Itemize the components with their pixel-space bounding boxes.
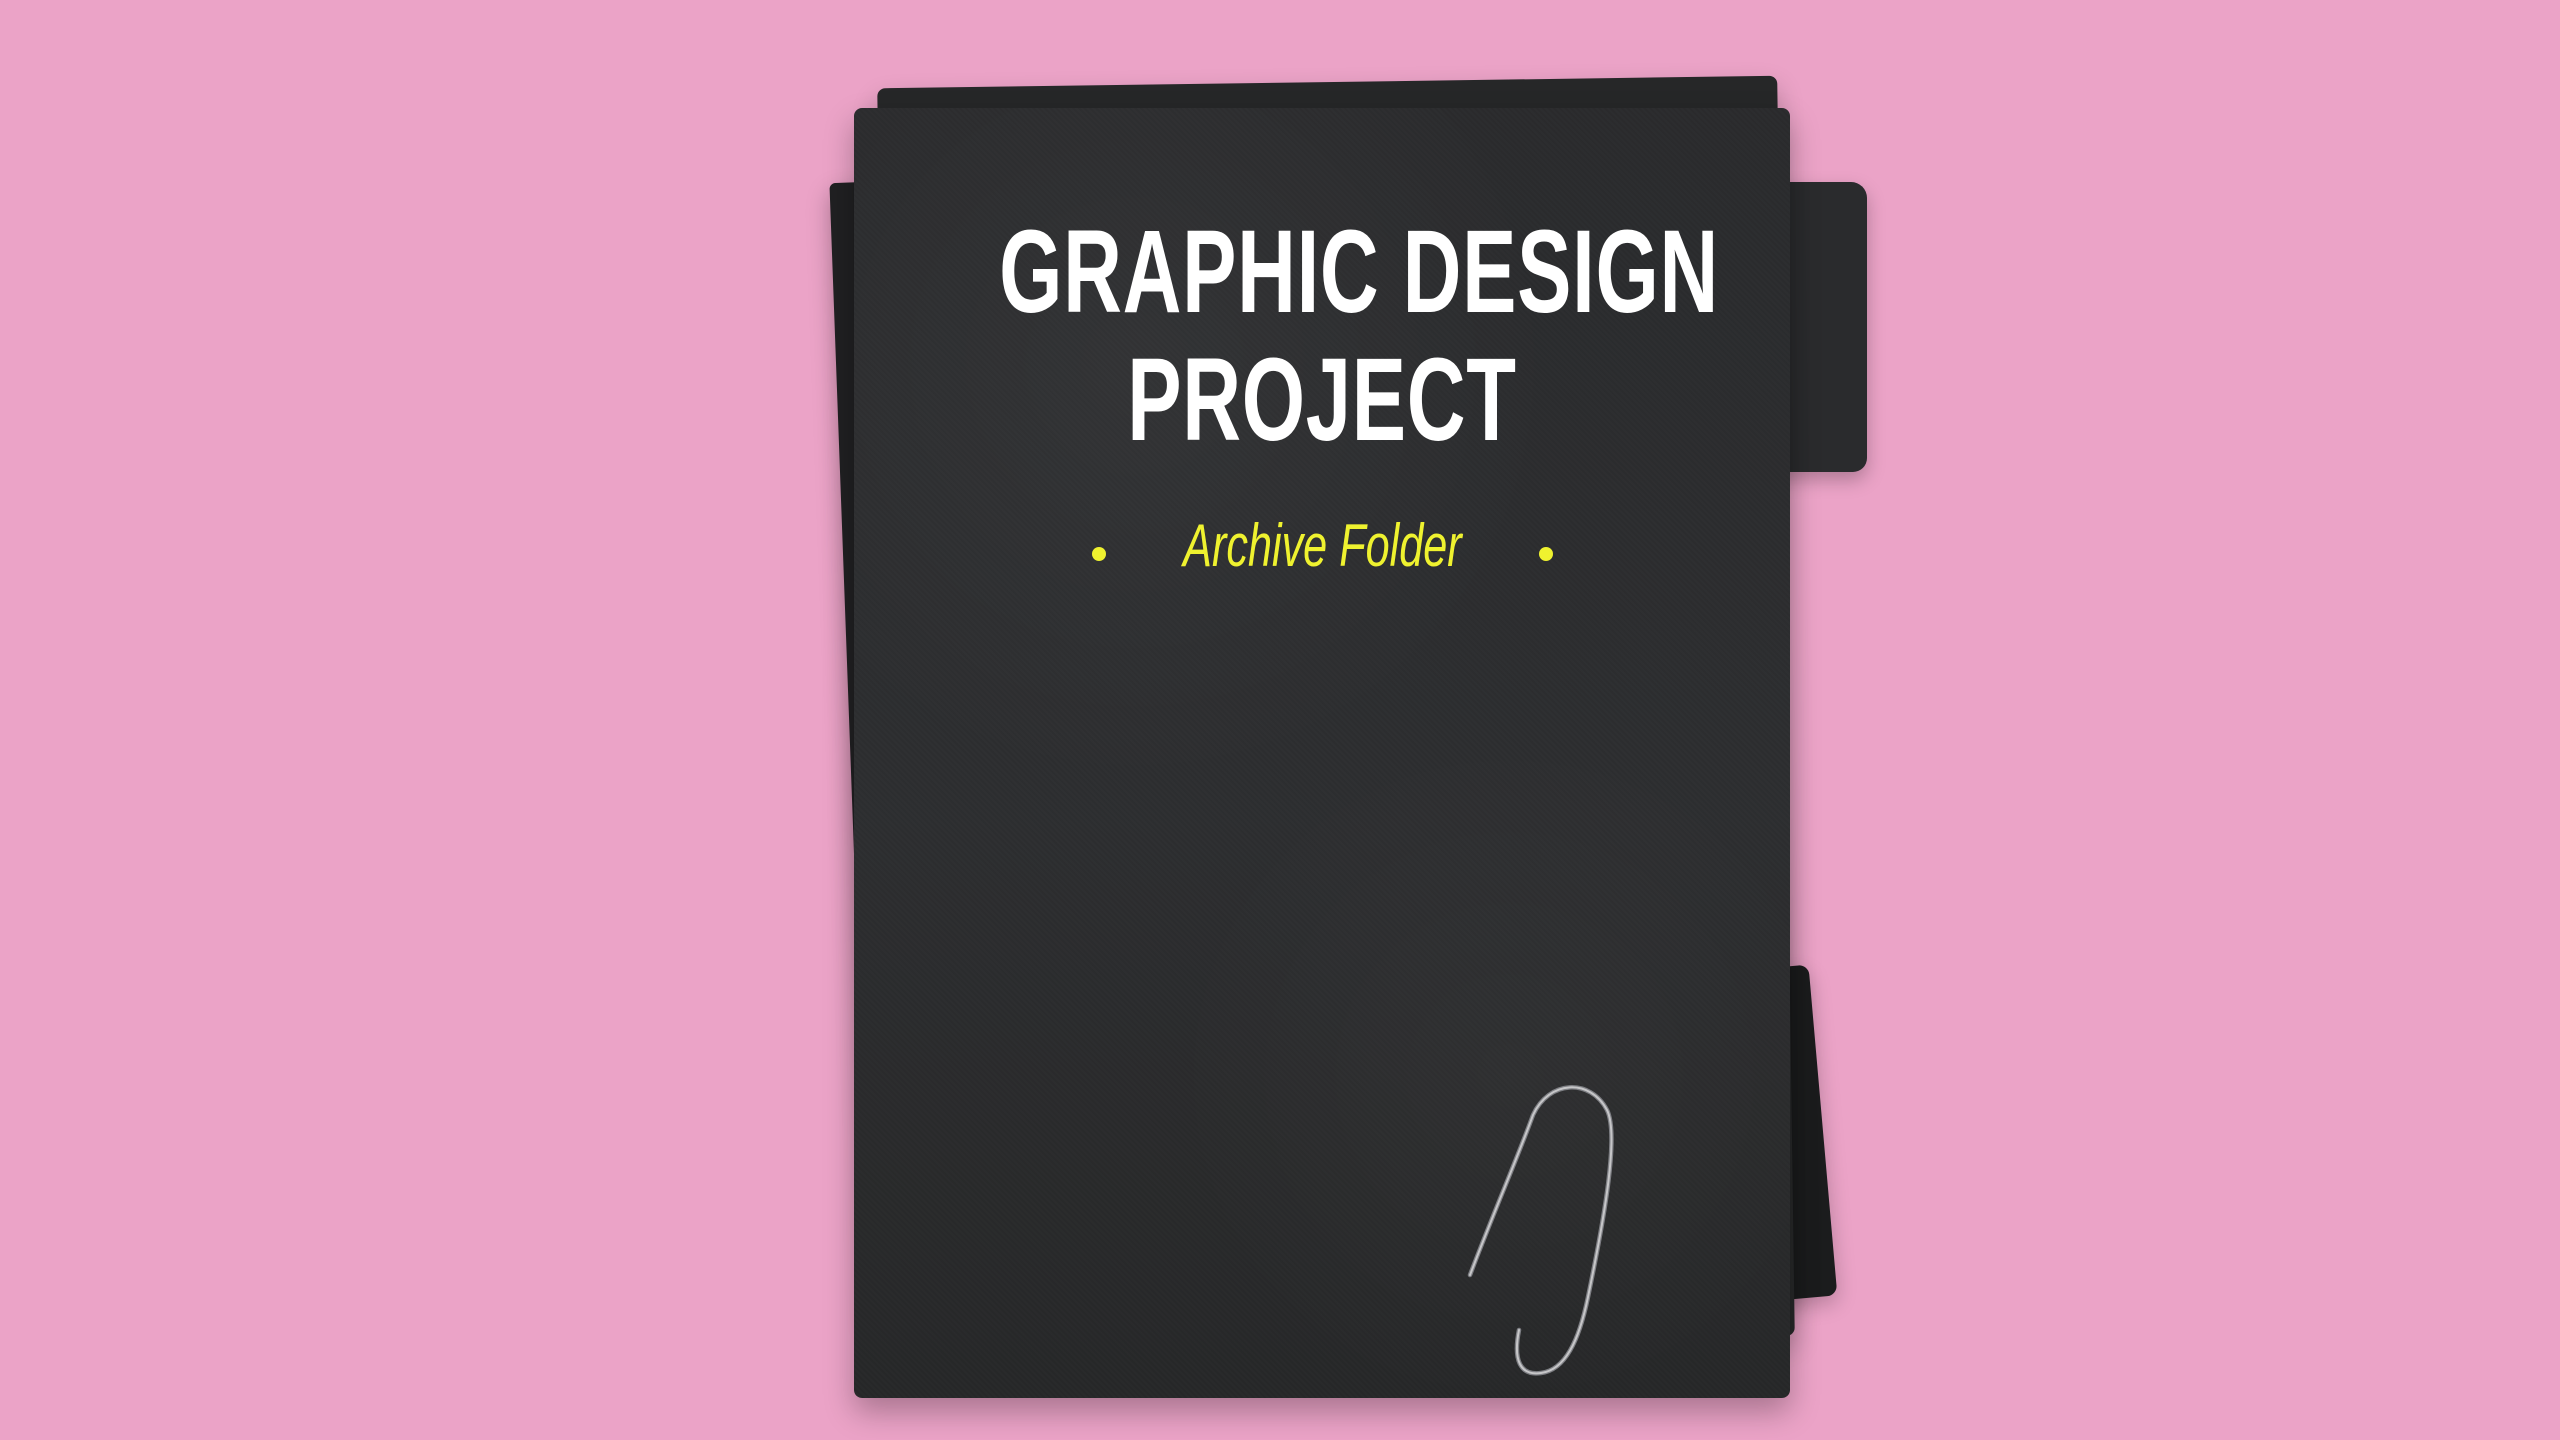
folder-subtitle: Archive Folder: [854, 516, 1790, 576]
bullet-dot-icon: [1091, 546, 1106, 561]
canvas: GRAPHIC DESIGN PROJECT Archive Folder: [0, 0, 2560, 1440]
folder-title-line-1: GRAPHIC DESIGN: [999, 206, 1719, 338]
folder-title: GRAPHIC DESIGN PROJECT: [854, 213, 1790, 459]
folder-title-line-2: PROJECT: [1127, 334, 1517, 466]
folder-stack: GRAPHIC DESIGN PROJECT Archive Folder: [829, 75, 1880, 1398]
bullet-dot-icon: [1538, 546, 1553, 561]
folder-subtitle-text: Archive Folder: [1182, 512, 1462, 579]
folder-cover: GRAPHIC DESIGN PROJECT Archive Folder: [854, 108, 1790, 1398]
